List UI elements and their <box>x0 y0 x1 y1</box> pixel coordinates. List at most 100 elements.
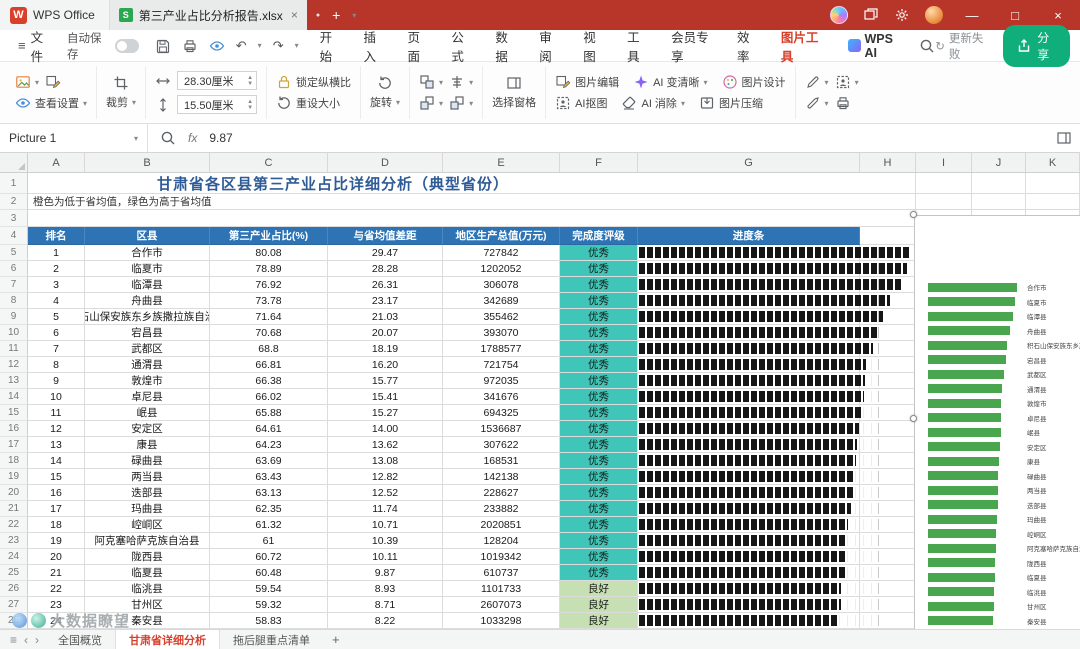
rating-cell[interactable]: 良好 <box>560 613 638 629</box>
county-cell[interactable]: 岷县 <box>85 405 210 421</box>
progress-bar-cell[interactable] <box>638 533 860 549</box>
spin-down-icon[interactable]: ▼ <box>247 81 253 87</box>
gdp-cell[interactable]: 168531 <box>443 453 560 469</box>
close-button[interactable]: × <box>1044 8 1072 23</box>
rank-cell[interactable]: 8 <box>28 357 85 373</box>
row-number[interactable]: 4 <box>0 227 28 245</box>
gdp-cell[interactable]: 2607073 <box>443 597 560 613</box>
pct-cell[interactable]: 73.78 <box>210 293 328 309</box>
file-menu-button[interactable]: ≡ 文件 <box>10 27 61 65</box>
rotate-button[interactable]: 旋转▾ <box>370 75 400 110</box>
rating-cell[interactable]: 良好 <box>560 597 638 613</box>
row-number[interactable]: 28 <box>0 613 28 629</box>
gap-cell[interactable]: 10.71 <box>328 517 443 533</box>
rating-cell[interactable]: 优秀 <box>560 485 638 501</box>
tab-close-icon[interactable]: × <box>291 8 298 22</box>
county-cell[interactable]: 崆峒区 <box>85 517 210 533</box>
gdp-cell[interactable]: 721754 <box>443 357 560 373</box>
pct-cell[interactable]: 63.43 <box>210 469 328 485</box>
add-sheet-button[interactable]: + <box>323 632 349 647</box>
user-avatar[interactable] <box>925 6 943 24</box>
progress-bar-cell[interactable] <box>638 501 860 517</box>
rating-cell[interactable]: 优秀 <box>560 373 638 389</box>
row-number[interactable]: 22 <box>0 517 28 533</box>
selection-pane-button[interactable]: 选择窗格 <box>492 75 536 110</box>
shape-button[interactable]: ▾ <box>835 74 859 90</box>
rating-cell[interactable]: 优秀 <box>560 357 638 373</box>
gdp-cell[interactable]: 1101733 <box>443 581 560 597</box>
row-number[interactable]: 1 <box>0 173 28 194</box>
row-number[interactable]: 24 <box>0 549 28 565</box>
rating-cell[interactable]: 优秀 <box>560 453 638 469</box>
lock-aspect-checkbox[interactable]: 锁定纵横比 <box>276 74 351 90</box>
rank-cell[interactable]: 4 <box>28 293 85 309</box>
county-cell[interactable]: 临潭县 <box>85 277 210 293</box>
row-number[interactable]: 9 <box>0 309 28 325</box>
picture-edit-button[interactable]: 图片编辑 <box>555 74 619 90</box>
rating-cell[interactable]: 优秀 <box>560 501 638 517</box>
rating-cell[interactable]: 优秀 <box>560 565 638 581</box>
progress-bar-cell[interactable] <box>638 421 860 437</box>
progress-bar-cell[interactable] <box>638 613 860 629</box>
redo-icon[interactable]: ↷ <box>273 38 284 54</box>
progress-bar-cell[interactable] <box>638 405 860 421</box>
rank-cell[interactable]: 19 <box>28 533 85 549</box>
new-tab-button[interactable]: + <box>332 7 340 23</box>
row-number[interactable]: 15 <box>0 405 28 421</box>
row-number[interactable]: 16 <box>0 421 28 437</box>
ai-assistant-icon[interactable] <box>830 6 848 24</box>
row-number[interactable]: 2 <box>0 194 28 210</box>
row-number[interactable]: 10 <box>0 325 28 341</box>
gap-cell[interactable]: 14.00 <box>328 421 443 437</box>
column-header-A[interactable]: A <box>28 153 85 172</box>
rating-cell[interactable]: 优秀 <box>560 549 638 565</box>
menu-item-会员专享[interactable]: 会员专享 <box>660 27 726 65</box>
pen-annotate-button[interactable]: ▾ <box>805 74 829 90</box>
county-cell[interactable]: 宕昌县 <box>85 325 210 341</box>
gap-cell[interactable]: 8.93 <box>328 581 443 597</box>
print-picture-button[interactable] <box>835 95 851 111</box>
selection-handle-left-middle[interactable] <box>910 415 917 422</box>
county-cell[interactable]: 敦煌市 <box>85 373 210 389</box>
ai-erase-button[interactable]: AI 消除▾ <box>621 95 684 111</box>
rank-cell[interactable]: 5 <box>28 309 85 325</box>
tab-list-icon[interactable]: ≡ <box>10 633 17 647</box>
gdp-cell[interactable]: 727842 <box>443 245 560 261</box>
undo-icon[interactable]: ↶ <box>236 38 247 54</box>
gdp-cell[interactable]: 341676 <box>443 389 560 405</box>
rank-cell[interactable]: 9 <box>28 373 85 389</box>
minimize-button[interactable]: — <box>958 8 986 23</box>
row-number[interactable]: 27 <box>0 597 28 613</box>
rank-cell[interactable]: 18 <box>28 517 85 533</box>
send-backward-button[interactable]: ▾ <box>419 95 443 111</box>
progress-bar-cell[interactable] <box>638 485 860 501</box>
autosave-toggle[interactable]: 自动保存 <box>67 30 139 62</box>
gdp-cell[interactable]: 1033298 <box>443 613 560 629</box>
gdp-cell[interactable]: 228627 <box>443 485 560 501</box>
floating-chart-picture[interactable]: 合作市临夏市临潭县舟曲县积石山保安族东乡族撒拉族自治县宕昌县武都区通渭县敦煌市卓… <box>914 215 1080 629</box>
county-cell[interactable]: 两当县 <box>85 469 210 485</box>
gdp-cell[interactable]: 1788577 <box>443 341 560 357</box>
menu-item-公式[interactable]: 公式 <box>440 27 484 65</box>
county-cell[interactable]: 舟曲县 <box>85 293 210 309</box>
picture-design-button[interactable]: 图片设计 <box>722 74 786 90</box>
menu-item-开始[interactable]: 开始 <box>309 27 353 65</box>
rank-cell[interactable]: 14 <box>28 453 85 469</box>
column-header-E[interactable]: E <box>443 153 560 172</box>
pct-cell[interactable]: 66.81 <box>210 357 328 373</box>
rating-cell[interactable]: 优秀 <box>560 437 638 453</box>
rating-cell[interactable]: 优秀 <box>560 309 638 325</box>
pct-cell[interactable]: 63.13 <box>210 485 328 501</box>
document-tab[interactable]: S 第三产业占比分析报告.xlsx × <box>109 0 307 30</box>
ai-enhance-button[interactable]: AI 变清晰▾ <box>633 74 707 90</box>
gap-cell[interactable]: 23.17 <box>328 293 443 309</box>
gdp-cell[interactable]: 342689 <box>443 293 560 309</box>
county-cell[interactable]: 临夏县 <box>85 565 210 581</box>
rating-cell[interactable]: 优秀 <box>560 261 638 277</box>
progress-bar-cell[interactable] <box>638 437 860 453</box>
row-number[interactable]: 19 <box>0 469 28 485</box>
gap-cell[interactable]: 13.62 <box>328 437 443 453</box>
progress-bar-cell[interactable] <box>638 581 860 597</box>
sheet-tab-拖后腿重点清单[interactable]: 拖后腿重点清单 <box>220 630 323 649</box>
empty-cell[interactable] <box>860 194 916 210</box>
